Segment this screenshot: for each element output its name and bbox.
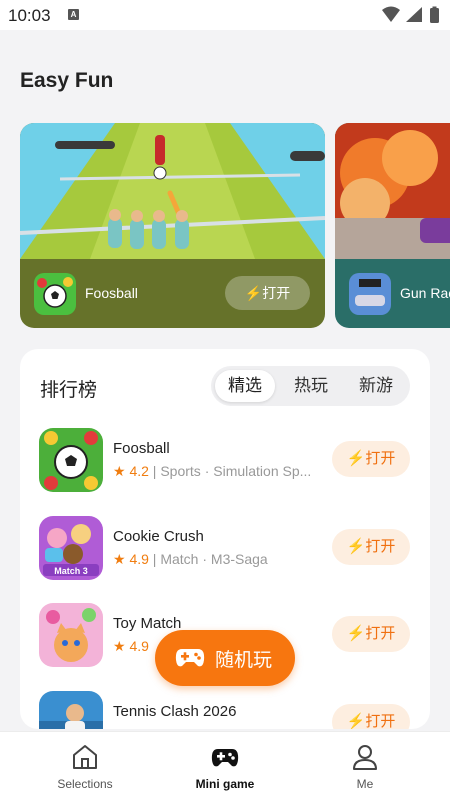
tab-hot[interactable]: 热玩: [281, 370, 341, 402]
cookie-crush-game-icon: Match 3: [39, 516, 103, 580]
gamepad-icon: [175, 649, 205, 667]
open-button[interactable]: ⚡打开: [332, 441, 410, 477]
gamepad-icon: [211, 749, 239, 767]
nav-label: Selections: [57, 777, 113, 791]
gun-race-app-icon: [349, 273, 391, 315]
banner-footer: Foosball ⚡打开: [20, 259, 325, 328]
notification-a-icon: A: [68, 9, 79, 20]
star-icon: ★: [113, 638, 130, 654]
gun-race-banner-image: [335, 123, 450, 259]
game-tags: Sports · Simulation Sp...: [160, 463, 312, 479]
tab-featured[interactable]: 精选: [215, 370, 275, 402]
game-title: Cookie Crush: [113, 528, 204, 545]
lightning-icon: ⚡: [346, 625, 366, 642]
lightning-icon: ⚡: [346, 450, 366, 467]
nav-label: Me: [356, 777, 374, 791]
banner-title: Gun Rac: [400, 285, 450, 301]
game-meta: ★ 4.9 | Match · M3-Saga: [113, 551, 268, 567]
open-label: 打开: [365, 713, 396, 729]
game-title: Foosball: [113, 440, 170, 457]
foosball-banner-image: [20, 123, 325, 259]
game-rating: 4.9: [129, 638, 149, 654]
list-item[interactable]: Match 3 Cookie Crush ★ 4.9 | Match · M3-…: [20, 516, 430, 596]
banner-title: Foosball: [85, 285, 138, 301]
banner-footer: Gun Rac: [335, 259, 450, 328]
foosball-game-icon: [39, 428, 103, 492]
lightning-icon: ⚡: [244, 285, 263, 301]
open-button[interactable]: ⚡打开: [332, 704, 410, 729]
bottom-nav: Selections Mini game Me: [0, 731, 450, 802]
lightning-icon: ⚡: [346, 538, 366, 555]
toy-match-game-icon: [39, 603, 103, 667]
page-title: Easy Fun: [20, 69, 114, 92]
open-button[interactable]: ⚡打开: [332, 616, 410, 652]
list-item[interactable]: Tennis Clash 2026 ⚡打开: [20, 691, 430, 729]
game-rating: 4.2: [129, 463, 149, 479]
status-icons: [382, 6, 439, 23]
nav-mini-game[interactable]: Mini game: [150, 732, 300, 802]
status-bar: 10:03 A: [0, 0, 450, 30]
star-icon: ★: [113, 551, 130, 567]
nav-label: Mini game: [195, 777, 255, 791]
open-label: 打开: [365, 450, 396, 467]
game-tags: Match · M3-Saga: [160, 551, 268, 567]
star-icon: ★: [113, 463, 130, 479]
ranking-tabs: 精选 热玩 新游: [211, 366, 410, 406]
lightning-icon: ⚡: [346, 713, 366, 729]
tab-new[interactable]: 新游: [346, 370, 406, 402]
nav-me[interactable]: Me: [290, 732, 440, 802]
game-title: Tennis Clash 2026: [113, 703, 237, 720]
battery-icon: [430, 8, 439, 23]
foosball-app-icon: [34, 273, 76, 315]
tennis-clash-game-icon: [39, 691, 103, 729]
list-item[interactable]: Foosball ★ 4.2 | Sports · Simulation Sp.…: [20, 428, 430, 508]
wifi-icon: [382, 6, 400, 22]
banner-open-button[interactable]: ⚡打开: [225, 276, 310, 310]
open-button[interactable]: ⚡打开: [332, 529, 410, 565]
banner-card-gun-race[interactable]: Gun Rac: [335, 123, 450, 328]
open-label: 打开: [365, 625, 396, 642]
home-icon: [73, 745, 97, 769]
random-play-label: 随机玩: [215, 650, 273, 671]
open-label: 打开: [262, 285, 291, 301]
game-title: Toy Match: [113, 615, 182, 632]
signal-icon: [406, 7, 422, 22]
nav-selections[interactable]: Selections: [10, 732, 160, 802]
status-time: 10:03: [8, 6, 51, 25]
game-meta: ★ 4.2 | Sports · Simulation Sp...: [113, 463, 312, 479]
random-play-button[interactable]: 随机玩: [155, 630, 295, 686]
game-rating: 4.9: [129, 551, 149, 567]
banner-card-foosball[interactable]: Foosball ⚡打开: [20, 123, 325, 328]
open-label: 打开: [365, 538, 396, 555]
ranking-title: 排行榜: [40, 380, 98, 401]
user-icon: [353, 745, 377, 770]
icon-caption: Match 3: [54, 566, 88, 576]
